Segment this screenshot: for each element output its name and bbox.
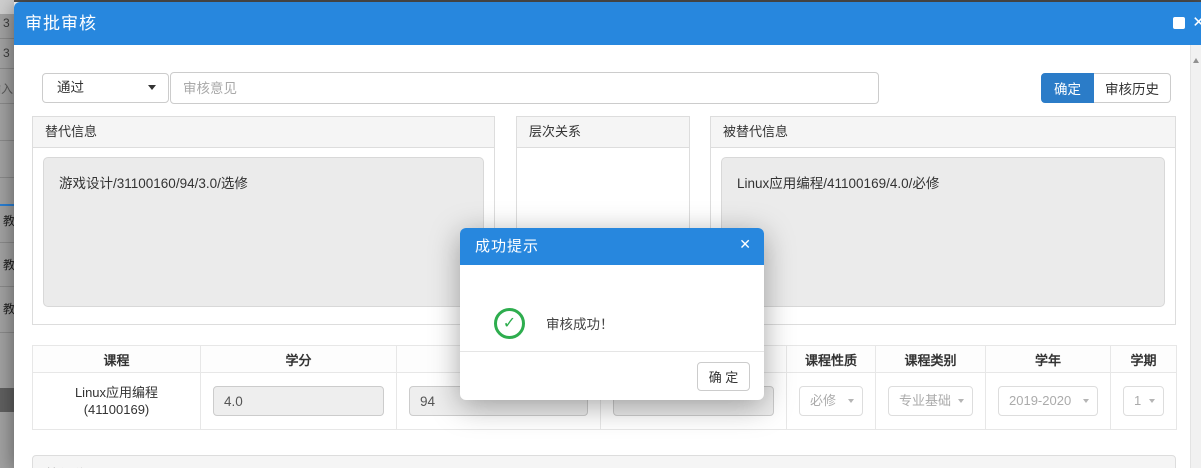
course-cell: Linux应用编程 (41100169) [33,373,201,430]
dialog-message: 审核成功！ [546,313,614,333]
course-name: Linux应用编程 [45,384,188,401]
decision-select-value: 通过 [57,80,84,95]
background-fragment: 3 [3,46,10,60]
background-divider [0,140,14,141]
restore-window-icon[interactable] [1173,17,1185,29]
background-divider [0,177,14,178]
review-opinion-input[interactable] [170,72,879,104]
nature-select[interactable]: 必修 [799,386,863,416]
background-fragment: 3 [3,16,10,30]
panel-body: Linux应用编程/41100169/4.0/必修 [711,148,1175,316]
background-fragment: 输入 [0,80,13,97]
vertical-scrollbar[interactable] [1190,45,1201,468]
year-select-value: 2019-2020 [1009,393,1071,408]
close-icon[interactable]: ✕ [1192,13,1201,31]
category-select-value: 专业基础 [899,393,951,408]
background-fragment: 教 [3,256,14,273]
caret-down-icon [148,85,156,90]
semester-cell: 1 [1111,373,1177,430]
background-divider [0,103,14,104]
col-header-semester: 学期 [1111,346,1177,373]
credit-input[interactable] [213,386,384,416]
scrollbar-up-arrow-icon[interactable] [1193,58,1199,63]
success-check-icon: ✓ [494,308,525,339]
review-history-button[interactable]: 审核历史 [1094,73,1171,103]
dialog-footer: 确 定 [460,351,764,400]
semester-select-value: 1 [1134,393,1141,408]
background-corner [0,0,14,14]
caret-down-icon [1149,399,1155,403]
panel-title: 层次关系 [517,117,689,148]
background-fragment: 教 [3,300,14,317]
modal-header: 审批审核 ✕ [14,2,1201,45]
background-divider [0,332,14,333]
modal-title: 审批审核 [25,2,97,45]
dialog-header: 成功提示 ✕ [460,228,764,265]
background-divider [0,242,14,243]
semester-select[interactable]: 1 [1123,386,1164,416]
panel-title: 被替代信息 [711,117,1175,148]
panel-title: 替代说明 [33,456,1175,468]
credit-cell [201,373,397,430]
background-page-strip: 3 3 输入 教 教 教 [0,0,14,468]
col-header-course: 课程 [33,346,201,373]
decision-select[interactable]: 通过 [42,73,169,103]
dialog-body: ✓ 审核成功！ [460,265,764,351]
replaced-info-panel: 被替代信息 Linux应用编程/41100169/4.0/必修 [710,116,1176,325]
caret-down-icon [1083,399,1089,403]
background-divider [0,68,14,69]
year-cell: 2019-2020 [986,373,1111,430]
background-blue-rule [0,204,14,206]
close-icon[interactable]: ✕ [739,236,751,253]
panel-title: 替代信息 [33,117,494,148]
course-code: (41100169) [45,401,188,418]
panel-body [517,148,689,166]
background-fragment: 教 [3,212,14,229]
replacement-note-panel: 替代说明 [32,455,1176,468]
col-header-year: 学年 [986,346,1111,373]
caret-down-icon [848,399,854,403]
toolbar-button-group: 确定 审核历史 [1041,73,1171,103]
year-select[interactable]: 2019-2020 [998,386,1098,416]
success-dialog: 成功提示 ✕ ✓ 审核成功！ 确 定 [460,228,764,400]
category-select[interactable]: 专业基础 [888,386,973,416]
col-header-nature: 课程性质 [787,346,876,373]
dialog-ok-button[interactable]: 确 定 [697,362,750,391]
replacement-info-box: 游戏设计/31100160/94/3.0/选修 [43,157,484,307]
dialog-title: 成功提示 [475,228,539,265]
confirm-button[interactable]: 确定 [1041,73,1094,103]
col-header-credit: 学分 [201,346,397,373]
background-dark-row [0,388,14,412]
replaced-info-box: Linux应用编程/41100169/4.0/必修 [721,157,1165,307]
caret-down-icon [958,399,964,403]
nature-select-value: 必修 [810,393,836,408]
category-cell: 专业基础 [876,373,986,430]
nature-cell: 必修 [787,373,876,430]
col-header-category: 课程类别 [876,346,986,373]
panel-body: 游戏设计/31100160/94/3.0/选修 [33,148,494,316]
background-divider [0,286,14,287]
replacement-info-panel: 替代信息 游戏设计/31100160/94/3.0/选修 [32,116,495,325]
background-divider [0,38,14,39]
